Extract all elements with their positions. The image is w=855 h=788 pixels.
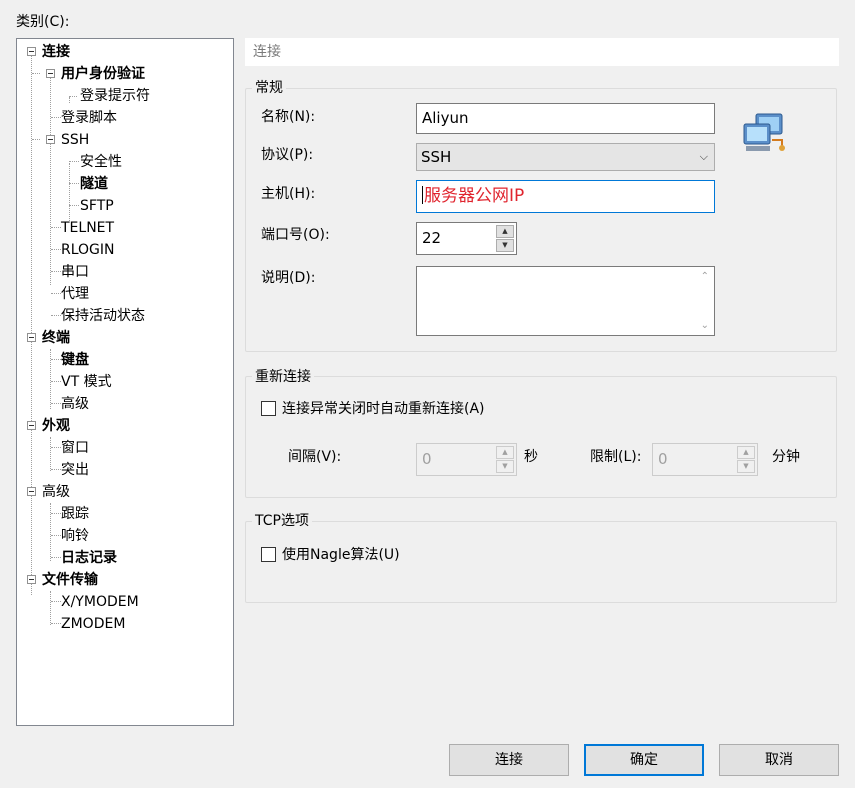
spin-down-icon[interactable]: ▼ [496,239,514,252]
collapse-toggle-icon[interactable] [46,69,55,78]
tree-item[interactable]: 外观 [42,415,70,437]
interval-unit: 秒 [524,449,538,465]
limit-value: 0 [658,450,668,468]
tree-item[interactable]: 连接 [42,41,70,63]
panel-title: 连接 [245,38,839,66]
tree-item[interactable]: 键盘 [61,349,89,371]
tree-item[interactable]: SFTP [80,195,114,217]
name-label: 名称(N): [261,109,316,125]
tree-item[interactable]: 代理 [61,283,89,305]
tree-item[interactable]: 登录脚本 [61,107,117,129]
tree-item[interactable]: 窗口 [61,437,89,459]
spin-down-icon[interactable]: ▼ [496,460,514,473]
ok-button[interactable]: 确定 [584,744,704,776]
interval-value: 0 [422,450,432,468]
collapse-toggle-icon[interactable] [27,333,36,342]
port-value: 22 [422,229,442,247]
spin-down-icon[interactable]: ▼ [737,460,755,473]
tree-item[interactable]: 高级 [42,481,70,503]
name-field[interactable]: Aliyun [416,103,715,134]
scroll-up-icon[interactable]: ⌃ [701,271,709,282]
tree-item[interactable]: 用户身份验证 [61,63,145,85]
description-label: 说明(D): [261,270,316,286]
collapse-toggle-icon[interactable] [46,135,55,144]
collapse-toggle-icon[interactable] [27,487,36,496]
cancel-button[interactable]: 取消 [719,744,839,776]
tree-item[interactable]: 文件传输 [42,569,98,591]
collapse-toggle-icon[interactable] [27,421,36,430]
reconnect-group [245,376,837,498]
tree-item[interactable]: SSH [61,129,89,151]
tree-item[interactable]: ZMODEM [61,613,125,635]
auto-reconnect-label[interactable]: 连接异常关闭时自动重新连接(A) [282,399,485,419]
limit-label: 限制(L): [590,449,642,465]
spin-up-icon[interactable]: ▲ [496,446,514,459]
port-stepper[interactable]: 22 ▲ ▼ [416,222,517,255]
limit-stepper[interactable]: 0 ▲ ▼ [652,443,758,476]
tree-item[interactable]: 响铃 [61,525,89,547]
tree-item[interactable]: 登录提示符 [80,85,150,107]
general-group-title: 常规 [252,79,286,97]
host-field[interactable]: 服务器公网IP [416,180,715,213]
tree-item[interactable]: 高级 [61,393,89,415]
tree-item[interactable]: 突出 [61,459,89,481]
chevron-down-icon: ⌵ [699,150,708,163]
description-field[interactable]: ⌃ ⌄ [416,266,715,336]
protocol-select[interactable]: SSH ⌵ [416,143,715,171]
tree-item[interactable]: 安全性 [80,151,122,173]
spin-up-icon[interactable]: ▲ [496,225,514,238]
spin-up-icon[interactable]: ▲ [737,446,755,459]
tree-item[interactable]: 终端 [42,327,70,349]
protocol-label: 协议(P): [261,147,314,163]
tree-item[interactable]: 串口 [61,261,89,283]
host-label: 主机(H): [261,186,316,202]
auto-reconnect-checkbox[interactable] [261,401,276,416]
category-tree[interactable]: 连接 用户身份验证 登录提示符 登录脚本 SSH 安全性 隧道 SFTP TEL… [16,38,234,726]
port-label: 端口号(O): [261,227,330,243]
tcp-group-title: TCP选项 [252,512,312,530]
tree-item[interactable]: X/YMODEM [61,591,139,613]
tree-item[interactable]: RLOGIN [61,239,115,261]
interval-stepper[interactable]: 0 ▲ ▼ [416,443,517,476]
text-caret [422,186,423,204]
tree-item[interactable]: 跟踪 [61,503,89,525]
collapse-toggle-icon[interactable] [27,47,36,56]
nagle-label[interactable]: 使用Nagle算法(U) [282,545,400,565]
interval-label: 间隔(V): [288,449,342,465]
connect-button[interactable]: 连接 [449,744,569,776]
collapse-toggle-icon[interactable] [27,575,36,584]
tree-item[interactable]: 日志记录 [61,547,117,569]
network-computers-icon [743,113,785,151]
reconnect-group-title: 重新连接 [252,368,314,386]
limit-unit: 分钟 [772,449,800,465]
host-value: 服务器公网IP [424,186,525,206]
tree-item[interactable]: 保持活动状态 [61,305,145,327]
tree-item[interactable]: TELNET [61,217,114,239]
tree-item[interactable]: 隧道 [80,173,108,195]
description-scrollbar[interactable]: ⌃ ⌄ [695,267,714,335]
nagle-checkbox[interactable] [261,547,276,562]
category-label: 类别(C): [16,14,70,30]
protocol-value: SSH [421,148,452,166]
scroll-down-icon[interactable]: ⌄ [701,320,709,331]
tree-item[interactable]: VT 模式 [61,371,112,393]
